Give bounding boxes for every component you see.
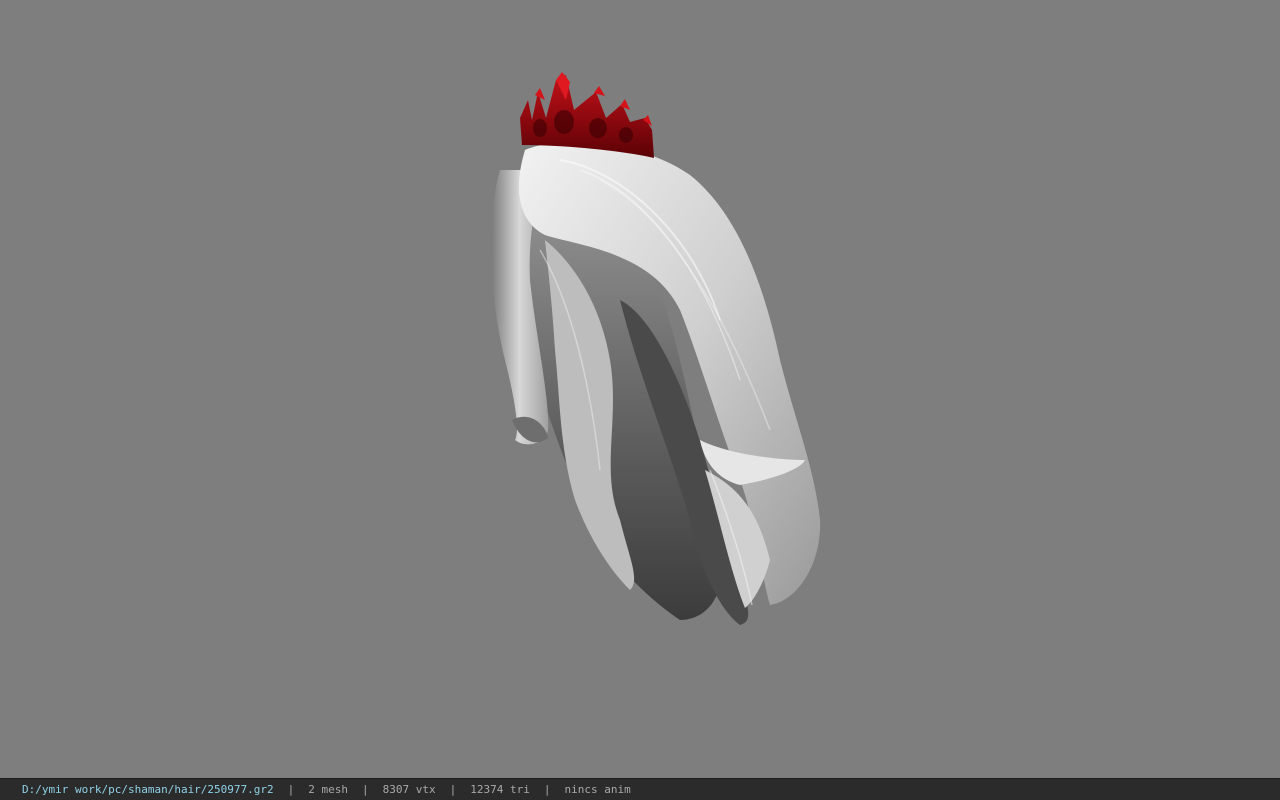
mesh-count: 2 mesh [308,783,349,796]
3d-viewport[interactable] [0,0,1280,778]
status-separator: | [362,783,369,796]
red-crown [520,72,654,158]
animation-status: nincs anim [564,783,631,796]
hair-model-render[interactable] [0,0,1280,778]
status-separator: | [449,783,457,796]
triangle-count: 12374 tri [470,783,530,796]
status-separator: | [287,783,295,796]
status-separator: | [543,783,551,796]
file-path: D:/ymir work/pc/shaman/hair/250977.gr2 [22,783,274,796]
status-bar: D:/ymir work/pc/shaman/hair/250977.gr2 |… [0,778,1280,800]
vertex-count: 8307 vtx [382,783,436,796]
